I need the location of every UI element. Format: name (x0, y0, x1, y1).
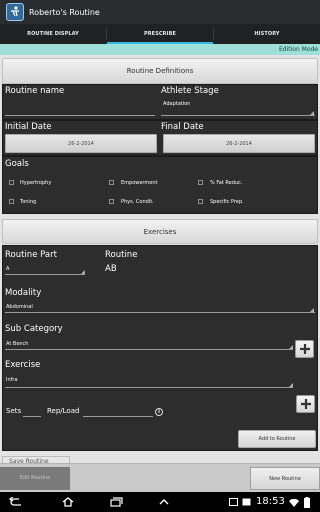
goals-label: Goals (5, 159, 29, 169)
subcategory-label: Sub Category (5, 324, 63, 334)
prescribe-content: Routine Definitions Routine name Athlete… (0, 55, 320, 463)
info-icon[interactable]: i (155, 408, 163, 416)
routine-name-underline (5, 115, 155, 116)
rep-load-label: Rep/Load (47, 407, 80, 415)
modality-spinner[interactable]: Abdominal (6, 304, 33, 310)
routine-name-label: Routine name (5, 86, 65, 96)
routine-part-spinner[interactable]: A (6, 266, 9, 272)
add-subcategory-button[interactable] (296, 395, 315, 413)
goal-empowerment-checkbox[interactable] (109, 180, 114, 185)
exercises-panel: Routine Part A Routine AB Modality Abdom… (2, 245, 318, 451)
exercises-header[interactable]: Exercises (2, 219, 318, 244)
routine-part-label: Routine Part (5, 250, 57, 260)
modality-label: Modality (5, 288, 42, 298)
final-date-button[interactable]: 26-2-2014 (163, 134, 315, 153)
plus-icon (300, 399, 311, 409)
goals-panel: Goals Hypertrophy Empowerment % Fat Redu… (2, 156, 318, 214)
goal-specific-prep-label: Specific Prep. (210, 199, 244, 205)
tab-bar: ROUTINE DISPLAY PRESCRIBE HISTORY (0, 24, 320, 44)
goal-hypertrophy-checkbox[interactable] (9, 180, 14, 185)
dates-panel: Initial Date 26-2-2014 Final Date 26-2-2… (2, 120, 318, 156)
routine-value: AB (105, 264, 117, 274)
exercise-spinner[interactable]: Infra (6, 377, 18, 383)
wifi-icon (289, 492, 299, 512)
routine-part-dropdown-icon (81, 270, 85, 274)
goal-fat-reduc-checkbox[interactable] (198, 180, 203, 185)
goal-phys-condit-label: Phys. Condit. (121, 199, 154, 205)
routine-part-underline (5, 274, 85, 275)
add-to-routine-button[interactable]: Add to Routine (238, 430, 316, 448)
goal-specific-prep-checkbox[interactable] (198, 199, 203, 204)
goal-hypertrophy-label: Hypertrophy (20, 180, 52, 186)
app-logo-icon[interactable] (6, 3, 24, 21)
tab-history[interactable]: HISTORY (214, 24, 320, 44)
sets-input[interactable] (23, 416, 41, 417)
battery-icon (302, 492, 312, 512)
plus-icon (299, 344, 310, 354)
initial-date-label: Initial Date (5, 122, 52, 132)
new-routine-button[interactable]: New Routine (250, 467, 320, 490)
athlete-stage-label: Athlete Stage (161, 86, 219, 96)
screenshot-icon (228, 492, 238, 512)
chevron-up-icon[interactable] (156, 492, 172, 512)
routine-definitions-header[interactable]: Routine Definitions (2, 58, 318, 84)
recent-apps-icon[interactable] (108, 492, 124, 512)
exercise-underline (5, 387, 293, 388)
subcategory-underline (5, 349, 293, 350)
system-navigation-bar: 18:53 (0, 492, 320, 512)
subcategory-spinner[interactable]: At Bench (6, 341, 28, 347)
initial-date-button[interactable]: 26-2-2014 (5, 134, 157, 153)
goal-toning-checkbox[interactable] (9, 199, 14, 204)
modality-dropdown-icon (310, 308, 314, 312)
sets-label: Sets (6, 407, 22, 415)
app-title: Roberto's Routine (29, 7, 100, 17)
athlete-stage-underline (161, 115, 315, 116)
exercise-label: Exercise (5, 360, 41, 370)
goal-toning-label: Toning (20, 199, 37, 205)
dumbbell-runner-icon (11, 6, 19, 17)
edition-mode-banner: Edition Mode (0, 44, 320, 55)
back-icon[interactable] (8, 492, 24, 512)
routine-name-panel: Routine name Athlete Stage Adaptation (2, 84, 318, 120)
tab-routine-display[interactable]: ROUTINE DISPLAY (0, 24, 106, 44)
subcategory-dropdown-icon (289, 345, 293, 349)
goal-fat-reduc-label: % Fat Reduc. (210, 180, 243, 186)
routine-label: Routine (105, 250, 138, 260)
status-clock: 18:53 (256, 496, 285, 507)
bottom-button-bar: Edit Routine New Routine (0, 463, 320, 492)
athlete-stage-spinner[interactable]: Adaptation (163, 101, 190, 107)
edit-routine-button[interactable]: Edit Routine (0, 467, 70, 490)
action-bar: Roberto's Routine (0, 0, 320, 24)
athlete-stage-dropdown-icon (310, 111, 314, 115)
goal-phys-condit-checkbox[interactable] (109, 199, 114, 204)
goal-empowerment-label: Empowerment (121, 180, 158, 186)
tab-prescribe[interactable]: PRESCRIBE (107, 24, 213, 44)
final-date-label: Final Date (161, 122, 204, 132)
exercise-dropdown-icon (289, 383, 293, 387)
add-exercise-button[interactable] (295, 340, 314, 358)
gallery-icon (241, 492, 251, 512)
rep-load-input[interactable] (83, 416, 153, 417)
home-icon[interactable] (60, 492, 76, 512)
modality-underline (5, 312, 315, 313)
